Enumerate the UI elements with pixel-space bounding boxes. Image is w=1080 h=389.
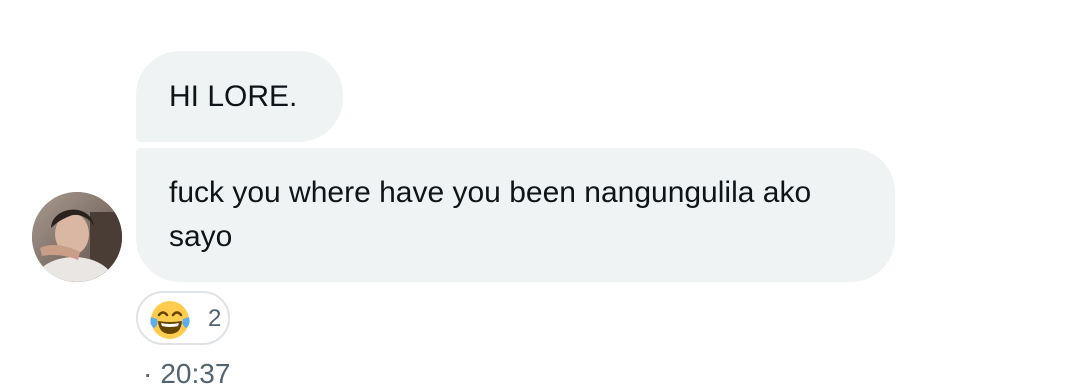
message-timestamp: · 20:37 (143, 358, 230, 389)
message-bubble[interactable]: fuck you where have you been nangungulil… (136, 148, 895, 282)
avatar[interactable] (32, 192, 122, 282)
message-text: HI LORE. (169, 80, 298, 113)
laughing-with-tears-icon (150, 301, 190, 339)
message-bubble[interactable]: HI LORE. (136, 51, 343, 142)
reaction-count: 2 (208, 305, 222, 332)
dm-conversation: HI LORE. fuck you where have you been na… (0, 0, 1080, 389)
timestamp-time: 20:37 (160, 358, 231, 389)
reaction-badge[interactable]: 2 (136, 291, 230, 345)
avatar-photo (32, 192, 122, 282)
timestamp-separator: · (143, 358, 153, 389)
message-text: fuck you where have you been nangungulil… (169, 176, 812, 253)
